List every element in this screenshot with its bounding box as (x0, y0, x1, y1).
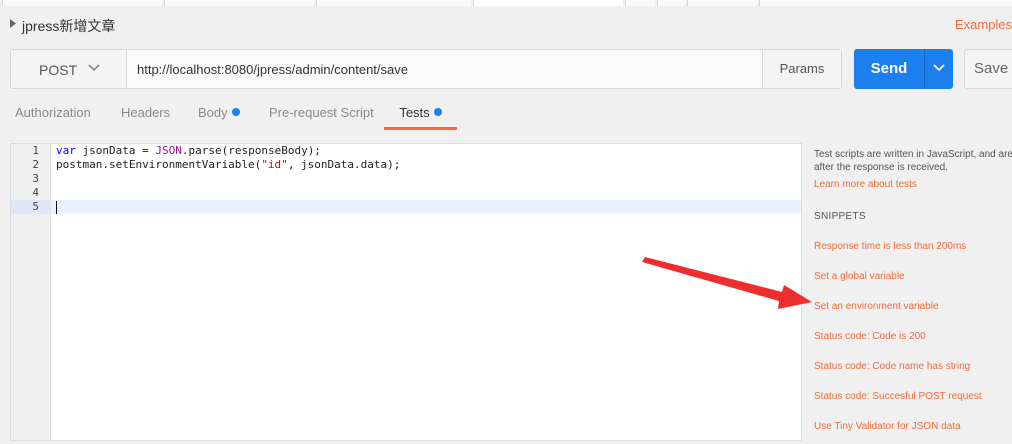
request-name[interactable]: jpress新增文章 (22, 16, 115, 36)
caret-right-icon[interactable] (10, 19, 16, 28)
tab-label: Headers (121, 105, 171, 120)
request-tab[interactable] (316, 0, 471, 6)
modified-dot-icon (433, 108, 442, 116)
line-number: 1 (32, 144, 39, 157)
snippet-set-environment-variable[interactable]: Set an environment variable (814, 301, 939, 312)
request-tab[interactable] (2, 0, 162, 6)
examples-link[interactable]: Examples (955, 17, 1012, 32)
request-tab[interactable] (164, 0, 314, 6)
line-number: 3 (32, 172, 39, 185)
tests-help-panel: Test scripts are written in JavaScript, … (814, 148, 1012, 444)
snippets-heading: SNIPPETS (814, 211, 866, 222)
snippet-successful-post[interactable]: Status code: Succesful POST request (814, 391, 982, 402)
tests-code-editor[interactable]: 1 2 3 4 5 var jsonData = JSON.parse(resp… (10, 143, 802, 441)
request-tab[interactable] (687, 0, 757, 6)
send-button[interactable]: Send (854, 49, 924, 89)
tab-label: Authorization (15, 105, 91, 120)
url-input[interactable] (127, 50, 764, 88)
request-tab[interactable] (759, 0, 1012, 6)
window-tab-strip (0, 0, 1012, 6)
snippet-code-name-has-string[interactable]: Status code: Code name has string (814, 361, 970, 372)
tab-pre-request-script[interactable]: Pre-request Script (269, 98, 374, 130)
snippet-set-global-variable[interactable]: Set a global variable (814, 271, 905, 282)
request-header: jpress新增文章 Examples (0, 8, 1012, 42)
learn-more-link[interactable]: Learn more about tests (814, 179, 917, 190)
tab-label: Pre-request Script (269, 105, 374, 120)
tab-headers[interactable]: Headers (121, 98, 170, 130)
line-number: 4 (32, 186, 39, 199)
tab-label: Body (198, 105, 228, 120)
help-description: Test scripts are written in JavaScript, … (814, 149, 1012, 173)
method-select[interactable]: POST (11, 50, 127, 88)
snippet-status-code-200[interactable]: Status code: Code is 200 (814, 331, 926, 342)
tab-label: Tests (399, 105, 430, 120)
snippet-response-time[interactable]: Response time is less than 200ms (814, 241, 966, 252)
url-bar: POST Params (10, 49, 842, 89)
modified-dot-icon (231, 108, 240, 116)
request-config-tabs: Authorization Headers Body Pre-request S… (0, 98, 1012, 130)
code-line: var jsonData = JSON.parse(responseBody); (56, 144, 321, 157)
send-options-button[interactable] (924, 49, 953, 89)
chevron-down-icon (933, 64, 945, 72)
request-tab-active[interactable] (473, 0, 623, 6)
code-line: postman.setEnvironmentVariable("id", jso… (56, 158, 401, 171)
params-button[interactable]: Params (762, 50, 841, 88)
line-number: 5 (32, 200, 39, 213)
tab-body[interactable]: Body (198, 98, 240, 130)
chevron-down-icon (88, 64, 100, 72)
tab-tests[interactable]: Tests (384, 98, 457, 130)
request-tab[interactable] (657, 0, 685, 6)
method-label: POST (39, 62, 78, 78)
active-line-highlight (51, 200, 801, 214)
tab-authorization[interactable]: Authorization (15, 98, 91, 130)
snippet-tiny-validator[interactable]: Use Tiny Validator for JSON data (814, 421, 961, 432)
request-tab[interactable] (625, 0, 655, 6)
text-cursor (56, 201, 57, 214)
line-number: 2 (32, 158, 39, 171)
save-button[interactable]: Save (964, 49, 1012, 89)
